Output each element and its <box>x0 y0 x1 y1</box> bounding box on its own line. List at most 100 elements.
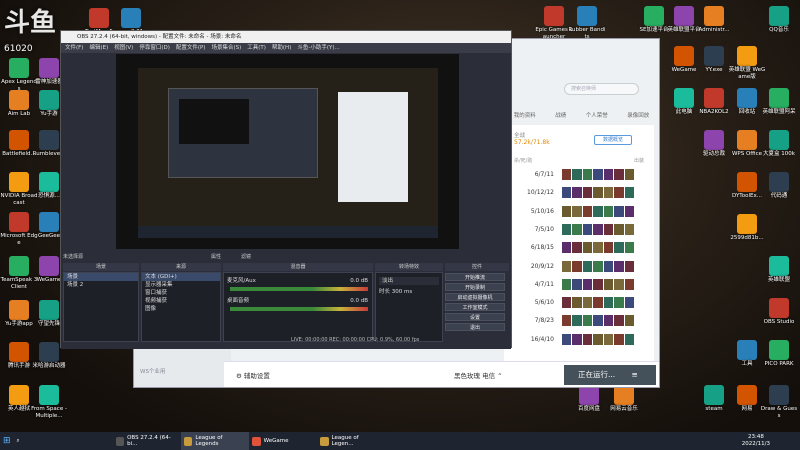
tab-honor[interactable]: 个人荣誉 <box>586 111 608 119</box>
obs-control-button[interactable]: 工作室模式 <box>445 303 505 311</box>
start-button[interactable]: ⊞ <box>0 432 14 450</box>
match-kda: 6/7/11 <box>534 171 554 178</box>
source-item[interactable]: 文本 (GDI+) <box>142 273 220 281</box>
match-row[interactable]: 6/7/11 <box>504 167 654 184</box>
app-icon <box>39 172 59 192</box>
app-icon <box>39 212 59 232</box>
running-label: 正在运行... <box>578 370 616 379</box>
search-button[interactable]: ⌕ <box>14 432 23 450</box>
properties-button[interactable]: 属性 <box>211 253 221 260</box>
item-icon <box>614 242 624 254</box>
summoner-search-input[interactable]: 搜索召唤师 <box>564 83 639 95</box>
obs-control-button[interactable]: 退出 <box>445 323 505 331</box>
obs-preview-canvas[interactable] <box>116 54 459 249</box>
desktop-icon[interactable]: OBS Studio <box>760 298 798 326</box>
taskbar-window-button[interactable]: League of Legends <box>180 432 249 450</box>
wegame-sidebar-footer[interactable]: WS个业用 <box>140 367 165 375</box>
desktop-icon[interactable]: QQ音乐 <box>760 6 798 34</box>
match-kda: 5/6/10 <box>534 299 554 307</box>
menu-icon: ≡ <box>631 370 638 379</box>
tab-replay[interactable]: 录像回放 <box>627 111 649 119</box>
taskbar-window-label: League of Legen... <box>331 435 359 447</box>
desktop-icon[interactable]: Administr... <box>695 6 733 34</box>
obs-menu-item[interactable]: 斗鱼-小助手(Y)... <box>297 43 339 53</box>
obs-menu-item[interactable]: 视图(V) <box>114 43 133 53</box>
transition-type-select[interactable]: 淡出 <box>379 277 439 285</box>
item-icon <box>593 260 603 272</box>
running-button[interactable]: 正在运行... ≡ <box>564 365 656 385</box>
match-kda: 5/10/16 <box>530 207 554 215</box>
item-icon <box>582 205 593 217</box>
match-row[interactable]: 20/9/12 <box>504 259 654 276</box>
app-icon <box>9 300 29 320</box>
source-item[interactable]: 视频捕获 <box>142 297 220 305</box>
obs-control-button[interactable]: 开始推流 <box>445 273 505 281</box>
volume-slider[interactable] <box>230 307 368 311</box>
taskbar-window-button[interactable]: League of Legen... <box>317 432 385 450</box>
app-icon <box>674 46 694 66</box>
data-overview-button[interactable]: 数据概览 <box>594 135 632 145</box>
app-icon <box>737 340 757 360</box>
desktop-icon[interactable]: 2599d81b... <box>728 214 766 242</box>
obs-control-button[interactable]: 设置 <box>445 313 505 321</box>
tab-profile[interactable]: 我的资料 <box>514 111 536 119</box>
taskbar-window-button[interactable]: WeGame <box>249 432 317 450</box>
item-icon <box>572 187 582 199</box>
item-icon <box>624 187 634 199</box>
source-item[interactable]: 窗口捕获 <box>142 289 220 297</box>
source-item[interactable]: 显示器采集 <box>142 281 220 289</box>
obs-control-button[interactable]: 启动虚拟摄像机 <box>445 293 505 301</box>
obs-docks: 未选择源 属性 滤镜 场景 来源 混音器 转场特效 控件 场景 场景 2 文本 (… <box>61 253 511 349</box>
item-icon <box>582 223 593 235</box>
nested-wegame-capture <box>338 92 408 202</box>
obs-menu-item[interactable]: 工具(T) <box>247 43 266 53</box>
assist-settings-button[interactable]: ⚙ 辅助设置 <box>236 370 270 380</box>
taskbar-window-button[interactable]: OBS 27.2.4 (64-bi... <box>113 432 181 450</box>
scene-item[interactable]: 场景 <box>64 273 138 281</box>
desktop-icon[interactable]: 英雄联盟阿呆 <box>760 88 798 116</box>
scene-item[interactable]: 场景 2 <box>64 281 138 289</box>
source-item[interactable]: 图像 <box>142 305 220 313</box>
obs-menu-item[interactable]: 帮助(H) <box>272 43 291 53</box>
duration-input[interactable]: 300 ms <box>392 289 412 295</box>
dock-title-scenes: 场景 <box>63 263 139 271</box>
clock[interactable]: 23:48 2022/11/3 <box>742 434 770 448</box>
desktop-icon[interactable]: PICO PARK <box>760 340 798 368</box>
match-row[interactable]: 7/8/23 <box>504 313 654 330</box>
match-row[interactable]: 4/7/11 <box>504 277 654 294</box>
desktop-icon[interactable]: 代码通 <box>760 172 798 200</box>
tab-history[interactable]: 战绩 <box>555 111 566 119</box>
match-row[interactable]: 10/12/12 <box>504 185 654 202</box>
match-row[interactable]: 5/6/10 <box>504 295 654 312</box>
mixer-channel-db: 0.0 dB <box>350 298 368 304</box>
obs-menu-item[interactable]: 文件(F) <box>65 43 83 53</box>
desktop-icon-label: Administr... <box>698 27 730 33</box>
obs-menu-item[interactable]: 编辑(E) <box>89 43 108 53</box>
obs-control-button[interactable]: 开始录制 <box>445 283 505 291</box>
match-kda: 10/12/12 <box>527 189 554 197</box>
match-row[interactable]: 5/10/16 <box>504 204 654 221</box>
obs-menu-item[interactable]: 场景集合(S) <box>211 43 241 53</box>
desktop-icon[interactable]: 英雄联盟 <box>760 256 798 284</box>
obs-menu-item[interactable]: 配置文件(P) <box>176 43 206 53</box>
nested-taskbar <box>138 226 438 238</box>
obs-menu-item[interactable]: 停靠窗口(D) <box>139 43 170 53</box>
desktop-icon[interactable]: 大夏盒 100k <box>760 130 798 158</box>
match-row[interactable]: 6/18/15 <box>504 240 654 257</box>
item-icon <box>593 242 603 254</box>
match-row[interactable]: 16/4/10 <box>504 332 654 349</box>
match-kda: 4/7/11 <box>534 280 554 288</box>
item-icon <box>593 297 603 309</box>
server-select[interactable]: 黑色玫瑰 电信 ⌃ <box>454 370 503 380</box>
desktop-icon[interactable]: Draw & Guess <box>760 385 798 419</box>
item-icon <box>603 187 614 199</box>
volume-slider[interactable] <box>230 287 368 291</box>
desktop-icon[interactable]: 百度网盘 <box>570 385 608 413</box>
obs-window[interactable]: OBS 27.2.4 (64-bit, windows) - 配置文件: 未命名… <box>60 30 512 349</box>
desktop-icon[interactable]: 英雄联盟 WeGame版 <box>728 46 766 80</box>
desktop-icon[interactable]: From Space - Multiple... <box>30 385 68 419</box>
desktop-icon[interactable]: Rubber Bandits <box>568 6 606 40</box>
match-row[interactable]: 7/5/10 <box>504 222 654 239</box>
desktop-icon[interactable]: 网易云音乐 <box>605 385 643 413</box>
filters-button[interactable]: 滤镜 <box>241 253 251 260</box>
